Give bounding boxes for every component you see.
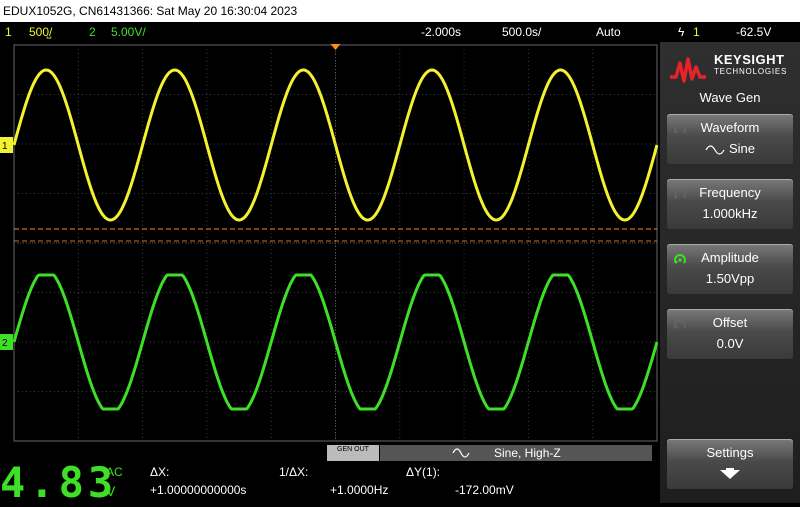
- softkey-label: Frequency: [699, 185, 761, 200]
- softkey-value: 1.000kHz: [702, 206, 758, 221]
- status-bar: 1 500̺/ 2 5.00V/ -2.000s 500.0s/ Auto ϟ …: [0, 22, 800, 42]
- dvm-mode: AC: [106, 465, 123, 479]
- sine-wave-icon: [705, 144, 725, 155]
- softkey-label: Offset: [712, 315, 748, 330]
- time-scale[interactable]: 500.0s/: [502, 22, 541, 42]
- softkey-waveform[interactable]: Waveform Sine: [667, 114, 793, 164]
- waveform-display[interactable]: 12: [0, 42, 658, 443]
- gen-out-indicator[interactable]: GEN OUT: [327, 445, 379, 461]
- softkey-frequency[interactable]: Frequency 1.000kHz: [667, 179, 793, 229]
- arrow-down-icon: [720, 468, 740, 479]
- sine-wave-icon: [452, 448, 470, 458]
- dvm-readout[interactable]: 4.83 AC V: [0, 458, 140, 507]
- time-delay[interactable]: -2.000s: [421, 22, 461, 42]
- softkey-label: Settings: [706, 445, 754, 460]
- ch2-scale[interactable]: 5.00V/: [111, 22, 146, 42]
- softkey-label: Amplitude: [701, 250, 759, 265]
- window-title: EDUX1052G, CN61431366: Sat May 20 16:30:…: [0, 0, 800, 22]
- inv-dx-value: +1.0000Hz: [330, 483, 389, 497]
- softkey-settings[interactable]: Settings: [667, 439, 793, 489]
- brand-name: KEYSIGHT: [714, 52, 785, 67]
- softkey-amplitude[interactable]: Amplitude 1.50Vpp: [667, 244, 793, 294]
- dy-value: -172.00mV: [455, 483, 514, 497]
- softkey-offset[interactable]: Offset 0.0V: [667, 309, 793, 359]
- trigger-position-marker: [330, 44, 341, 50]
- wavegen-info[interactable]: Sine, High-Z: [380, 445, 652, 461]
- ch2-number[interactable]: 2: [89, 22, 96, 42]
- ch1-scale[interactable]: 500̺/: [29, 22, 52, 42]
- measurement-bar: 4.83 AC V ΔX: +1.00000000000s 1/ΔX: +1.0…: [0, 458, 658, 507]
- dvm-value: 4.83: [0, 458, 118, 507]
- scope-graticule: 12: [0, 44, 658, 442]
- wavegen-info-text: Sine, High-Z: [494, 446, 561, 460]
- brand-subtitle: TECHNOLOGIES: [714, 67, 788, 76]
- trigger-edge-icon: ϟ: [678, 25, 685, 39]
- keysight-wave-icon: [670, 57, 706, 83]
- softkey-value: 1.50Vpp: [705, 271, 755, 286]
- softkey-value: 0.0V: [716, 336, 744, 351]
- dx-label: ΔX:: [150, 465, 170, 479]
- trigger-source[interactable]: 1: [693, 22, 700, 42]
- ch1-ground-marker-label: 1: [2, 141, 8, 152]
- dx-value: +1.00000000000s: [150, 483, 247, 497]
- trigger-mode[interactable]: Auto: [596, 22, 621, 42]
- keysight-logo: KEYSIGHT TECHNOLOGIES: [668, 52, 793, 92]
- menu-title: Wave Gen: [699, 90, 761, 105]
- softkey-value-text: Sine: [728, 141, 756, 156]
- ch1-number[interactable]: 1: [5, 22, 12, 42]
- ch2-ground-marker-label: 2: [2, 338, 8, 349]
- trigger-level[interactable]: -62.5V: [736, 22, 771, 42]
- softkey-label: Waveform: [700, 120, 760, 135]
- dvm-unit: V: [106, 483, 116, 499]
- softkey-value: Sine: [667, 141, 793, 156]
- softkey-panel: KEYSIGHT TECHNOLOGIES Wave Gen Waveform …: [660, 42, 800, 503]
- dy-label: ΔY(1):: [406, 465, 441, 479]
- inv-dx-label: 1/ΔX:: [279, 465, 309, 479]
- gen-out-label: GEN OUT: [337, 446, 369, 453]
